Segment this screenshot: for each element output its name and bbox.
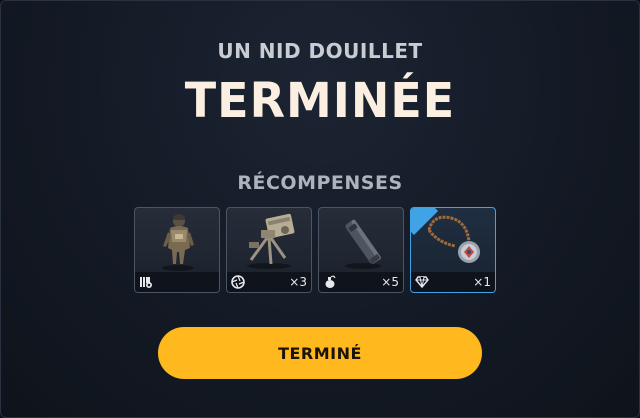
reward-card-footer [135,272,219,292]
reward-card-gadget[interactable]: ×3 [226,207,312,293]
reward-card-amulet[interactable]: ×1 [410,207,496,293]
reward-quantity: ×1 [473,275,491,289]
bomb-icon [325,275,336,288]
done-button[interactable]: TERMINÉ [158,327,482,379]
diamond-icon [415,276,429,289]
mission-complete-panel: UN NID DOUILLET TERMINÉE RÉCOMPENSES ×3 … [0,0,640,418]
reward-quantity: ×3 [289,275,307,289]
reward-card-footer: ×1 [411,272,495,292]
soldier-outfit-icon [162,214,194,271]
amulet-pendant-icon [427,215,480,263]
turret-gadget-icon [247,213,295,269]
mission-name: UN NID DOUILLET [217,39,423,63]
reward-card-outfit[interactable] [134,207,220,293]
rewards-heading: RÉCOMPENSES [237,172,403,194]
canister-icon [345,219,381,269]
reward-card-consumable[interactable]: ×5 [318,207,404,293]
outfit-icon [140,277,152,288]
reward-card-footer: ×3 [227,272,311,292]
rewards-list: ×3 ×5 ×1 [134,207,496,293]
camera-aperture-icon [231,275,245,289]
reward-quantity: ×5 [381,275,399,289]
reward-card-footer: ×5 [319,272,403,292]
mission-status-title: TERMINÉE [184,71,456,129]
